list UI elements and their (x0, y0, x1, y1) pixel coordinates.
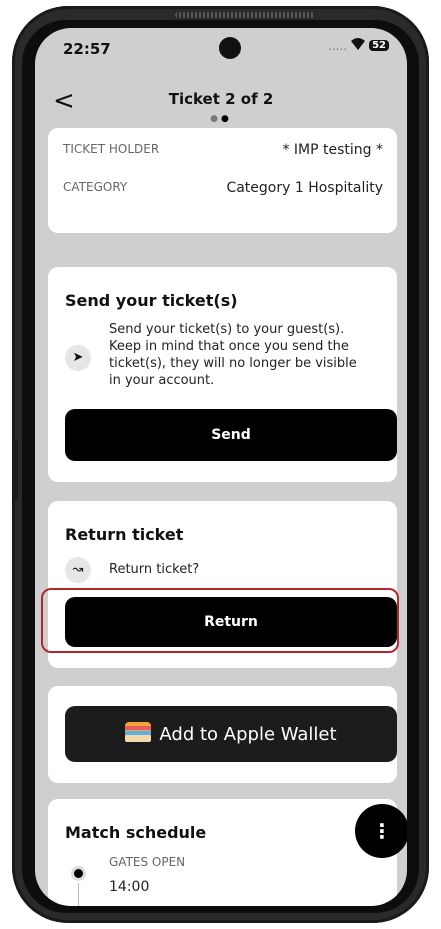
timeline-dot (74, 869, 83, 878)
return-arrow-icon: ↝ (65, 557, 91, 583)
battery-icon: 52 (369, 40, 389, 51)
page-header: < Ticket 2 of 2 ●● (35, 72, 407, 132)
ticket-info-card: TICKET HOLDER * IMP testing * CATEGORY C… (48, 128, 397, 233)
ticket-holder-value: * IMP testing * (282, 142, 383, 158)
wallet-button-label: Add to Apple Wallet (159, 723, 337, 745)
gates-open-label: GATES OPEN (109, 855, 186, 869)
return-button-highlight (41, 588, 399, 653)
return-title: Return ticket (65, 525, 184, 544)
send-arrow-icon: ➤ (65, 345, 91, 371)
send-line-3: ticket(s), they will no longer be visibl… (109, 356, 357, 371)
status-time: 22:57 (63, 40, 111, 58)
add-to-apple-wallet-button[interactable]: Add to Apple Wallet (65, 706, 397, 762)
timeline-line (78, 883, 79, 906)
send-line-2: Keep in mind that once you send the (109, 339, 349, 354)
signal-icon: ..... (328, 38, 348, 53)
front-camera (219, 37, 241, 59)
pager-dot-inactive[interactable]: ● (210, 114, 221, 124)
send-line-4: in your account. (109, 373, 215, 388)
return-question: Return ticket? (109, 562, 200, 577)
send-button[interactable]: Send (65, 409, 397, 461)
wallet-icon (125, 721, 152, 747)
pager-dots: ●● (35, 114, 407, 124)
match-schedule-card: Match schedule GATES OPEN 14:00 (48, 799, 397, 906)
gates-open-time: 14:00 (109, 879, 150, 895)
send-ticket-card: Send your ticket(s) ➤ Send your ticket(s… (48, 267, 397, 482)
send-title: Send your ticket(s) (65, 291, 238, 310)
pager-dot-active[interactable]: ● (221, 114, 232, 124)
more-options-fab[interactable]: ⋮ (355, 804, 407, 858)
category-label: CATEGORY (63, 180, 128, 194)
schedule-title: Match schedule (65, 823, 207, 842)
speaker-grille (175, 12, 315, 18)
send-line-1: Send your ticket(s) to your guest(s). (109, 322, 345, 337)
ticket-holder-label: TICKET HOLDER (63, 142, 160, 156)
status-bar: 22:57 ..... 52 (35, 28, 407, 72)
page-title: Ticket 2 of 2 (168, 90, 274, 108)
category-value: Category 1 Hospitality (226, 180, 383, 196)
send-description: Send your ticket(s) to your guest(s). Ke… (109, 321, 357, 389)
app-screen: 22:57 ..... 52 < Ticket 2 of 2 ●● TICKET… (35, 28, 407, 906)
status-icons: ..... 52 (328, 38, 389, 53)
wallet-card: Add to Apple Wallet (48, 686, 397, 783)
wifi-icon (351, 38, 366, 53)
side-button (12, 440, 18, 500)
